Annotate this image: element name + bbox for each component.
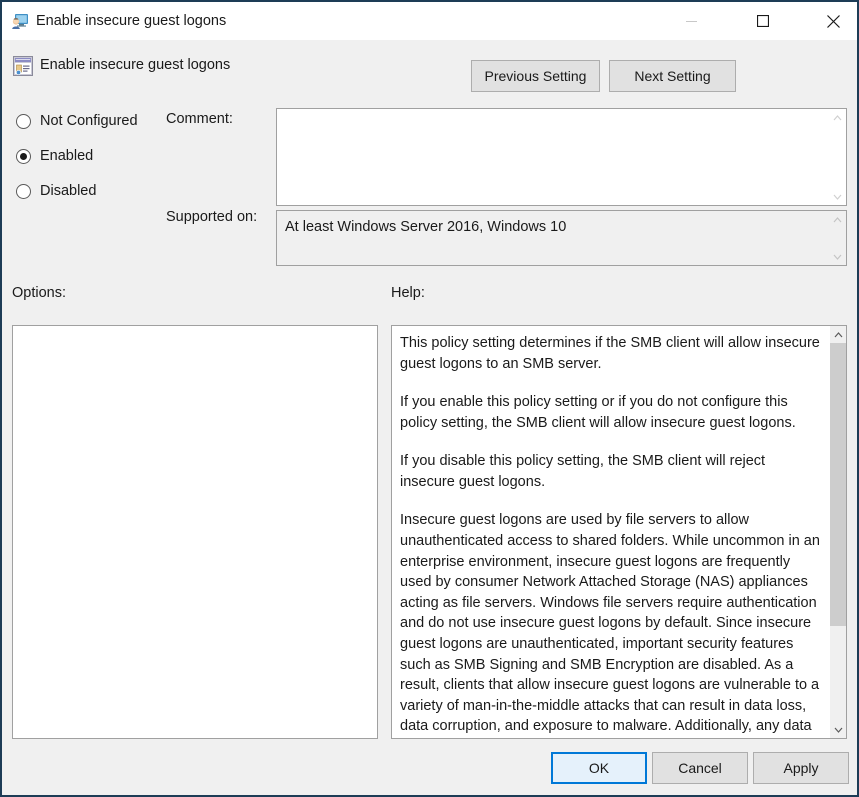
help-label: Help: xyxy=(391,285,425,301)
comment-input[interactable] xyxy=(277,109,829,205)
apply-button[interactable]: Apply xyxy=(753,752,849,784)
radio-circle-enabled xyxy=(16,148,31,164)
ok-button[interactable]: OK xyxy=(551,752,647,784)
scroll-down-icon[interactable] xyxy=(829,248,846,265)
help-paragraph: If you disable this policy setting, the … xyxy=(400,453,766,490)
previous-setting-button[interactable]: Previous Setting xyxy=(471,60,600,92)
maximize-button[interactable] xyxy=(739,2,786,40)
scroll-up-icon[interactable] xyxy=(829,211,846,228)
radio-circle-not-configured xyxy=(16,113,31,129)
options-label: Options: xyxy=(12,285,66,301)
help-panel[interactable]: This policy setting determines if the SM… xyxy=(391,325,847,739)
help-paragraph: If you enable this policy setting or if … xyxy=(400,394,796,431)
help-content: This policy setting determines if the SM… xyxy=(392,326,829,738)
policy-setting-icon xyxy=(13,56,33,76)
help-paragraph: This policy setting determines if the SM… xyxy=(400,335,820,372)
comment-field[interactable] xyxy=(276,108,847,206)
supported-on-scrollbar[interactable] xyxy=(829,211,846,265)
supported-on-field: At least Windows Server 2016, Windows 10 xyxy=(276,210,847,266)
setting-title: Enable insecure guest logons xyxy=(40,57,231,73)
next-setting-button[interactable]: Next Setting xyxy=(609,60,736,92)
help-text: This policy setting determines if the SM… xyxy=(400,333,820,737)
radio-circle-disabled xyxy=(16,183,31,199)
radio-not-configured[interactable]: Not Configured xyxy=(16,113,138,129)
scroll-down-icon[interactable] xyxy=(829,188,846,205)
policy-computer-icon xyxy=(11,13,29,30)
setting-header: Enable insecure guest logons Previous Se… xyxy=(2,40,857,92)
supported-on-label: Supported on: xyxy=(166,209,258,225)
close-icon xyxy=(827,14,840,28)
options-content xyxy=(13,326,377,738)
maximize-icon xyxy=(756,15,769,27)
radio-label-enabled: Enabled xyxy=(40,148,94,164)
comment-label: Comment: xyxy=(166,111,233,127)
title-bar: Enable insecure guest logons xyxy=(2,0,857,40)
supported-on-value: At least Windows Server 2016, Windows 10 xyxy=(277,211,829,265)
radio-disabled[interactable]: Disabled xyxy=(16,183,96,199)
help-scrollbar[interactable] xyxy=(829,326,846,738)
help-scrollbar-thumb[interactable] xyxy=(830,343,846,626)
window-title: Enable insecure guest logons xyxy=(36,13,227,29)
scroll-up-icon[interactable] xyxy=(829,109,846,126)
scroll-up-icon[interactable] xyxy=(830,326,846,343)
options-panel[interactable] xyxy=(12,325,378,739)
radio-label-disabled: Disabled xyxy=(40,183,97,199)
help-paragraph: Insecure guest logons are used by file s… xyxy=(400,512,820,735)
minimize-button[interactable] xyxy=(668,2,715,40)
policy-setting-dialog: Enable insecure guest logons Enable inse… xyxy=(0,0,859,797)
cancel-button[interactable]: Cancel xyxy=(652,752,748,784)
scroll-down-icon[interactable] xyxy=(830,721,846,738)
radio-label-not-configured: Not Configured xyxy=(40,113,138,129)
comment-scrollbar[interactable] xyxy=(829,109,846,205)
close-button[interactable] xyxy=(810,2,857,40)
minimize-icon xyxy=(686,20,697,22)
radio-enabled[interactable]: Enabled xyxy=(16,148,93,164)
